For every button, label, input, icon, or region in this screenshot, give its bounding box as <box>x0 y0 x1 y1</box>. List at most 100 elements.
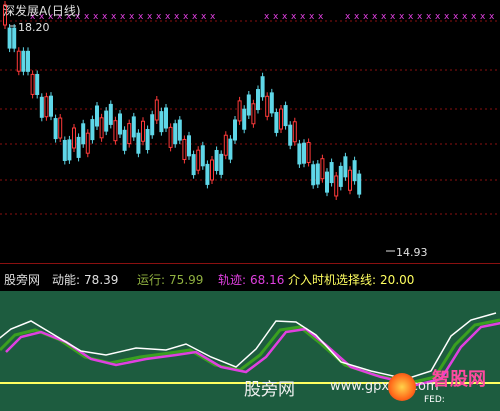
running-value: 75.99 <box>169 273 204 287</box>
candle-body <box>237 100 242 122</box>
candle-body <box>113 120 118 142</box>
candle-body <box>348 169 352 191</box>
candle-body <box>343 156 348 178</box>
signal-marker: x <box>120 12 126 22</box>
track-label: 轨迹: <box>218 273 247 287</box>
track-value: 68.16 <box>250 273 285 287</box>
candle-body <box>81 123 86 145</box>
candle-body <box>127 123 132 145</box>
candle-body <box>311 164 316 186</box>
candle-body <box>108 103 113 125</box>
candle-body <box>210 159 214 181</box>
track-readout: 轨迹: 68.16 <box>218 271 284 288</box>
entry-line-value: 20.00 <box>380 273 415 287</box>
momentum-value: 78.39 <box>84 273 119 287</box>
candle-body <box>173 123 178 145</box>
candle-body <box>228 138 233 160</box>
candle-body <box>283 105 288 127</box>
candle-body <box>21 50 26 72</box>
candle-body <box>325 171 329 193</box>
signal-marker: x <box>354 12 360 22</box>
signal-marker: x <box>372 12 378 22</box>
candle-body <box>265 95 270 117</box>
candle-body <box>72 127 76 149</box>
candle-body <box>44 96 49 118</box>
signal-marker: x <box>471 12 477 22</box>
signal-marker: x <box>165 12 171 22</box>
candle-body <box>357 173 362 195</box>
signal-marker: x <box>381 12 387 22</box>
signal-marker: x <box>192 12 198 22</box>
candle-body <box>329 162 334 184</box>
candle-body <box>191 154 196 176</box>
candle-body <box>150 114 155 136</box>
candle-body <box>205 163 210 185</box>
candle-body <box>219 153 224 175</box>
signal-marker: x <box>345 12 351 22</box>
indicator-source-label: 股旁网 <box>4 273 41 287</box>
candle-body <box>136 132 141 154</box>
signal-marker: x <box>138 12 144 22</box>
signal-marker: x <box>201 12 207 22</box>
candle-body <box>338 165 343 187</box>
candle-body <box>62 139 67 161</box>
signal-marker: x <box>111 12 117 22</box>
candle-body <box>104 110 109 132</box>
candle-body <box>233 119 237 141</box>
candle-body <box>12 27 17 49</box>
candle-body <box>118 113 122 135</box>
indicator-chart[interactable]: 股旁网 www.gpxgw.com 智股网 FED: <box>0 291 500 411</box>
candle-body <box>168 126 173 148</box>
signal-marker: x <box>273 12 279 22</box>
signal-marker: x <box>309 12 315 22</box>
high-price-label: 18.20 <box>18 21 50 34</box>
signal-marker: x <box>408 12 414 22</box>
candle-body <box>292 121 297 143</box>
chart-title: 深发展A(日线) <box>3 4 81 18</box>
signal-marker: x <box>489 12 495 22</box>
candle-body <box>141 120 145 142</box>
low-price-label: 14.93 <box>396 246 428 259</box>
signal-marker: x <box>147 12 153 22</box>
candle-body <box>58 117 63 139</box>
signal-marker: x <box>282 12 288 22</box>
signal-marker: x <box>129 12 135 22</box>
signal-marker: x <box>426 12 432 22</box>
indicator-header: 股旁网 动能: 78.39 运行: 75.99 轨迹: 68.16 介入时机选择线: 2… <box>0 263 500 292</box>
signal-marker: x <box>318 12 324 22</box>
candle-body <box>16 50 21 72</box>
candle-body <box>85 132 90 154</box>
candle-body <box>269 92 274 114</box>
signal-marker: x <box>444 12 450 22</box>
candle-body <box>306 141 311 163</box>
signal-marker: x <box>210 12 216 22</box>
signal-marker: x <box>480 12 486 22</box>
signal-marker: x <box>93 12 99 22</box>
candle-body <box>99 117 104 139</box>
signal-marker: x <box>102 12 108 22</box>
candle-body <box>76 136 81 158</box>
signal-marker: x <box>417 12 423 22</box>
candle-body <box>260 76 265 98</box>
candle-body <box>67 139 72 161</box>
candle-body <box>352 160 357 182</box>
candle-body <box>315 163 320 185</box>
candle-body <box>297 143 302 165</box>
signal-marker: x <box>390 12 396 22</box>
price-chart[interactable]: xxxxxxxxxxxxxxxxxxxxxxxxxxxxxxxxxxxxxxxx… <box>0 0 500 263</box>
candle-body <box>196 149 201 171</box>
candle-body <box>159 111 164 133</box>
momentum-readout: 动能: 78.39 <box>52 271 118 288</box>
candle-body <box>182 138 187 160</box>
signal-marker: x <box>453 12 459 22</box>
candle-body <box>95 105 99 127</box>
candle-body <box>251 103 256 125</box>
signal-marker: x <box>174 12 180 22</box>
candle-body <box>214 149 219 171</box>
candle-body <box>288 124 293 146</box>
candle-body <box>302 142 306 164</box>
signal-marker: x <box>300 12 306 22</box>
entry-line-label: 介入时机选择线: <box>288 273 377 287</box>
signal-marker: x <box>462 12 468 22</box>
flame-logo-icon <box>388 373 416 401</box>
